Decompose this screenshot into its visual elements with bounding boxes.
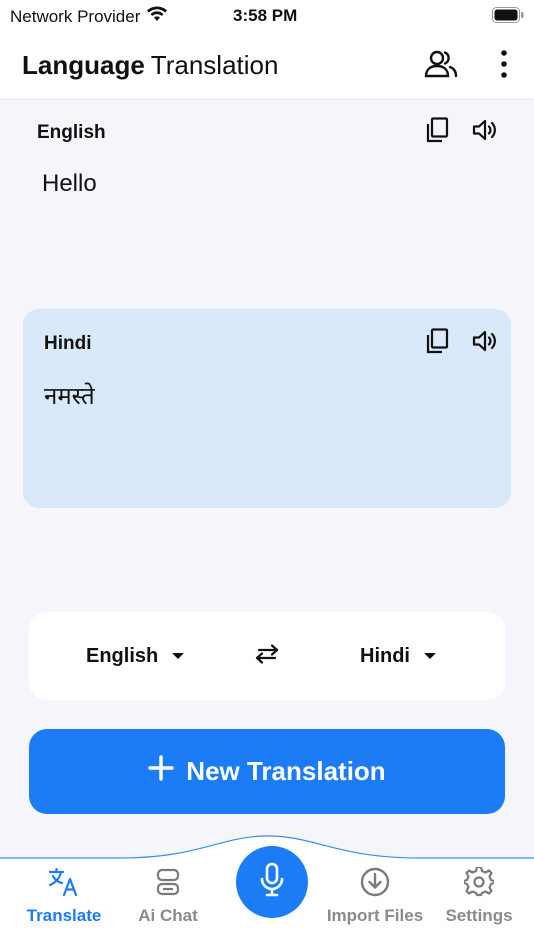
target-language-dropdown[interactable]: Hindi: [360, 642, 436, 670]
translate-icon: [48, 866, 80, 898]
page-title: Language Translation: [22, 50, 278, 81]
plus-icon: [148, 755, 174, 788]
swap-languages-button[interactable]: [251, 642, 283, 670]
nav-item-translate[interactable]: Translate: [9, 866, 119, 936]
more-vertical-icon: [500, 49, 508, 84]
users-icon: [424, 49, 458, 84]
speaker-icon: [472, 329, 498, 358]
more-options-button[interactable]: [486, 48, 522, 84]
copy-icon: [425, 116, 449, 148]
target-text: नमस्ते: [44, 383, 95, 410]
language-selector: English Hindi: [29, 612, 505, 700]
status-bar: Network Provider 3:58 PM: [0, 0, 534, 32]
swap-icon: [254, 643, 280, 669]
target-language-label: Hindi: [44, 333, 92, 354]
microphone-button[interactable]: [236, 846, 308, 918]
new-translation-button[interactable]: New Translation: [29, 729, 505, 814]
nav-label-translate: Translate: [26, 906, 102, 925]
nav-item-settings[interactable]: Settings: [424, 866, 534, 936]
speaker-icon: [472, 118, 498, 147]
status-left: Network Provider: [10, 6, 168, 27]
robot-icon: [152, 866, 184, 898]
target-language-value: Hindi: [360, 644, 410, 667]
target-speak-button[interactable]: [470, 328, 500, 358]
download-icon: [359, 866, 391, 898]
title-bold: Language: [22, 50, 145, 80]
source-copy-button[interactable]: [422, 116, 452, 148]
nav-label-settings: Settings: [445, 906, 513, 925]
wifi-icon: [146, 6, 168, 27]
source-speak-button[interactable]: [470, 117, 500, 147]
chevron-down-icon: [424, 653, 436, 659]
users-button[interactable]: [423, 48, 459, 84]
nav-label-import-files: Import Files: [326, 906, 424, 925]
source-language-value: English: [86, 644, 159, 667]
target-copy-button[interactable]: [422, 327, 452, 359]
gear-icon: [463, 866, 495, 898]
new-translation-label: New Translation: [186, 756, 386, 786]
title-light: Translation: [150, 50, 279, 80]
nav-label-ai-chat: Ai Chat: [138, 906, 198, 925]
battery-icon: [492, 7, 524, 23]
copy-icon: [425, 327, 449, 359]
source-panel: English Hello: [23, 104, 511, 294]
source-language-label: English: [37, 122, 106, 143]
chevron-down-icon: [172, 653, 185, 659]
target-panel: Hindi नमस्ते: [23, 309, 511, 508]
microphone-icon: [258, 862, 286, 903]
nav-item-ai-chat[interactable]: Ai Chat: [113, 866, 223, 936]
source-text[interactable]: Hello: [42, 170, 97, 198]
nav-item-import-files[interactable]: Import Files: [320, 866, 430, 936]
status-time: 3:58 PM: [233, 6, 298, 25]
app-header: Language Translation: [0, 32, 534, 100]
carrier-label: Network Provider: [10, 6, 141, 26]
source-language-dropdown[interactable]: English: [86, 642, 185, 670]
